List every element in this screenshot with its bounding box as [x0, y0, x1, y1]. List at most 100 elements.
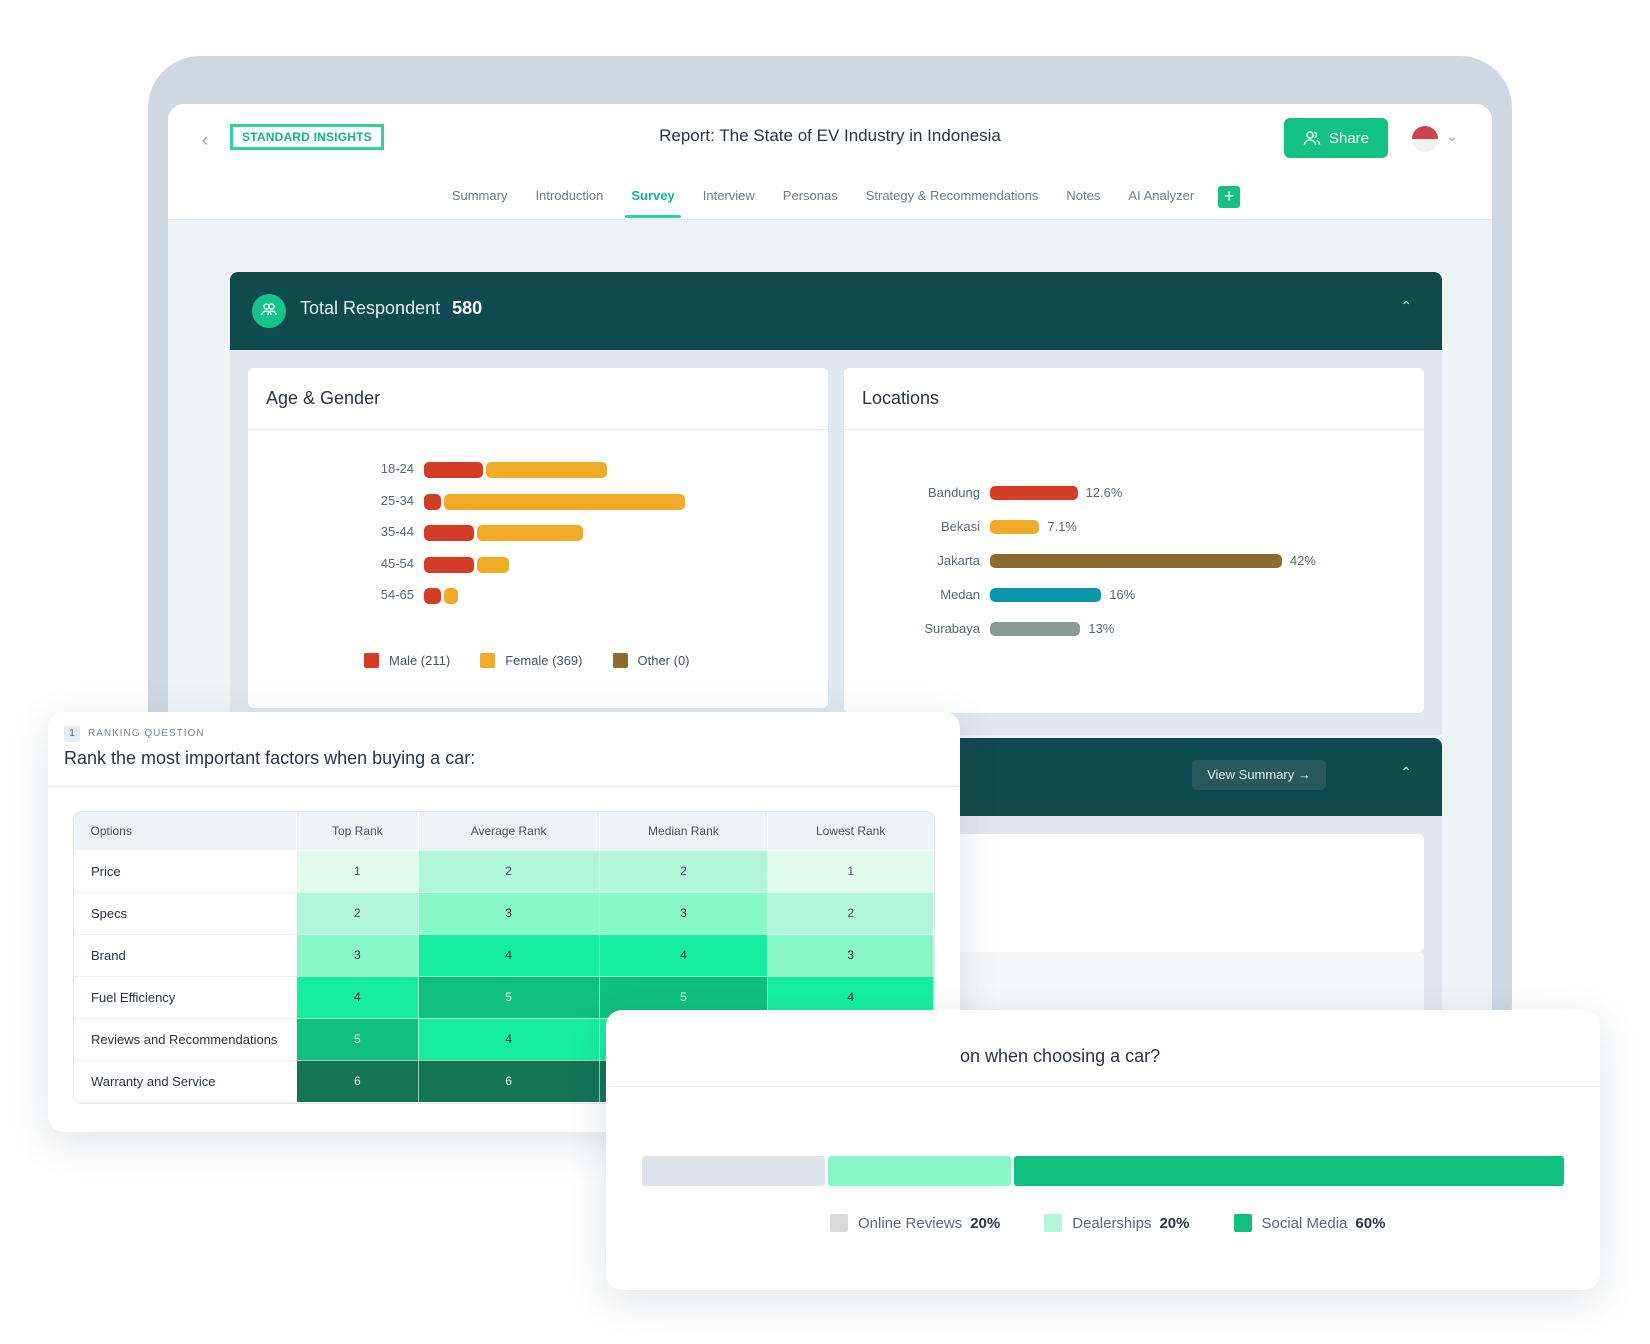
table-row: Specs 2 3 3 2: [74, 891, 934, 935]
male-bar[interactable]: [424, 588, 442, 605]
legend-item: Social Media 60%: [1233, 1214, 1386, 1232]
rank-cell: 2: [296, 891, 419, 935]
male-bar[interactable]: [424, 493, 442, 510]
table-row: Brand 3 4 4 3: [74, 933, 934, 977]
respondent-section-body: Age & Gender 18-24 25-34 35-44 45-54 54-65 M…: [230, 350, 1442, 735]
option-cell: Specs: [74, 891, 297, 935]
users-icon: [1303, 131, 1321, 146]
option-cell: Price: [74, 849, 297, 893]
question-number: 1: [64, 726, 80, 742]
location-label: Surabaya: [924, 621, 980, 636]
option-cell: Warranty and Service: [74, 1059, 297, 1103]
male-bar[interactable]: [424, 462, 483, 478]
rank-cell: 3: [417, 891, 600, 935]
view-summary-button[interactable]: View Summary →: [1192, 760, 1326, 790]
legend-item: Male (211): [364, 653, 450, 668]
legend-label: Male (211): [389, 653, 451, 668]
age-gender-title: Age & Gender: [248, 368, 828, 430]
legend-label: Online Reviews: [858, 1215, 963, 1232]
rank-cell: 3: [767, 933, 934, 977]
tab-ai-analyzer[interactable]: AI Analyzer: [1114, 176, 1208, 220]
source-question-card: on when choosing a car? Online Reviews 20…: [606, 1010, 1600, 1290]
question-type-tag: 1 RANKING QUESTION: [64, 726, 205, 742]
locations-title: Locations: [844, 368, 1424, 430]
location-value: 7.1%: [1047, 519, 1077, 534]
legend-percent: 20%: [1159, 1215, 1190, 1232]
option-cell: Reviews and Recommendations: [74, 1017, 297, 1061]
age-group-label: 54-65: [380, 587, 414, 603]
tab-introduction[interactable]: Introduction: [521, 176, 617, 220]
total-respondent-header[interactable]: Total Respondent 580 ⌃: [230, 272, 1442, 350]
age-group-label: 45-54: [380, 555, 414, 571]
divider: [606, 1086, 1600, 1087]
rank-cell: 6: [417, 1059, 600, 1103]
rank-cell: 3: [296, 933, 419, 977]
location-label: Jakarta: [937, 553, 980, 568]
segment-online-reviews[interactable]: [642, 1156, 826, 1186]
female-bar[interactable]: [476, 525, 584, 542]
age-group-label: 25-34: [380, 492, 414, 508]
tab-strategy-recommendations[interactable]: Strategy & Recommendations: [852, 176, 1053, 220]
indonesia-flag-icon[interactable]: [1412, 126, 1438, 152]
tab-notes[interactable]: Notes: [1052, 176, 1114, 220]
chevron-down-icon[interactable]: ⌄: [1446, 128, 1458, 145]
share-label: Share: [1328, 129, 1370, 147]
rank-cell: 5: [296, 1017, 419, 1061]
tab-personas[interactable]: Personas: [769, 176, 852, 220]
rank-cell: 1: [767, 849, 934, 893]
location-bar[interactable]: [990, 622, 1081, 636]
legend-swatch: [364, 653, 379, 668]
table-row: Price 1 2 2 1: [74, 849, 934, 893]
legend-swatch: [1233, 1214, 1252, 1232]
tab-survey[interactable]: Survey: [617, 176, 688, 220]
legend-item: Other (0): [612, 653, 690, 668]
stacked-bar: [642, 1156, 1564, 1186]
female-bar[interactable]: [485, 462, 608, 478]
respondents-icon: [252, 294, 286, 328]
tab-bar: Summary Introduction Survey Interview Person…: [168, 176, 1492, 220]
location-value: 13%: [1088, 621, 1115, 636]
rank-cell: 4: [598, 933, 769, 977]
stacked-bar-legend: Online Reviews 20% Dealerships 20% Social Me…: [830, 1214, 1385, 1232]
segment-dealerships[interactable]: [828, 1156, 1012, 1186]
location-value: 16%: [1109, 587, 1136, 602]
tab-interview[interactable]: Interview: [689, 176, 769, 220]
legend-swatch: [830, 1214, 848, 1232]
female-bar[interactable]: [444, 588, 459, 605]
legend-swatch: [612, 653, 628, 668]
tab-summary[interactable]: Summary: [438, 176, 522, 220]
collapse-chevron-icon[interactable]: ⌃: [1400, 764, 1412, 781]
total-respondent-label: Total Respondent 580: [300, 298, 483, 318]
collapse-chevron-icon[interactable]: ⌃: [1400, 298, 1412, 315]
legend-label: Dealerships: [1072, 1215, 1152, 1232]
legend-swatch: [480, 653, 496, 668]
location-label: Medan: [940, 587, 980, 602]
rank-cell: 1: [296, 849, 419, 893]
female-bar[interactable]: [476, 556, 510, 573]
option-cell: Fuel Efficiency: [74, 975, 297, 1019]
location-bar[interactable]: [990, 554, 1282, 568]
question-text: on when choosing a car?: [960, 1046, 1161, 1066]
legend-label: Other (0): [637, 653, 690, 668]
locations-card: Locations Bandung 12.6% Bekasi 7.1% Jakarta 4…: [844, 368, 1424, 713]
share-button[interactable]: Share: [1284, 118, 1388, 158]
legend-swatch: [1044, 1214, 1063, 1232]
female-bar[interactable]: [444, 493, 686, 510]
location-bar[interactable]: [990, 588, 1102, 602]
age-gender-legend: Male (211) Female (369) Other (0): [364, 653, 690, 668]
legend-percent: 20%: [970, 1215, 1001, 1232]
location-bar[interactable]: [990, 486, 1078, 500]
legend-item: Online Reviews 20%: [830, 1214, 1000, 1232]
location-bar[interactable]: [990, 520, 1040, 534]
legend-item: Female (369): [480, 653, 583, 668]
rank-cell: 2: [598, 849, 769, 893]
rank-cell: 4: [417, 1017, 600, 1061]
legend-percent: 60%: [1355, 1215, 1386, 1232]
rank-cell: 3: [598, 891, 769, 935]
add-tab-plus-icon[interactable]: +: [1218, 186, 1241, 208]
segment-social-media[interactable]: [1014, 1156, 1564, 1186]
male-bar[interactable]: [424, 525, 474, 542]
male-bar[interactable]: [424, 556, 474, 573]
rank-cell: 5: [417, 975, 600, 1019]
column-header: Top Rank: [296, 812, 419, 850]
